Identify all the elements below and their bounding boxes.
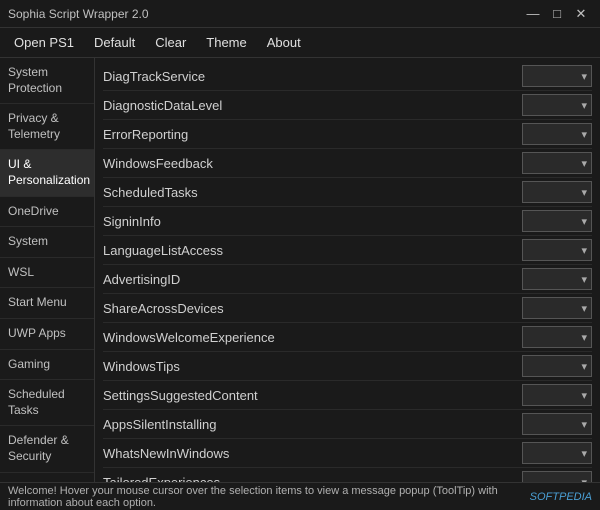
dropdown-wrapper-diagnostic-data-level <box>522 94 592 116</box>
option-row-signin-info: SigninInfo <box>103 207 592 236</box>
status-message: Welcome! Hover your mouse cursor over th… <box>8 485 530 509</box>
option-row-tailored-experiences: TailoredExperiences <box>103 468 592 482</box>
option-label-settings-suggested-content: SettingsSuggestedContent <box>103 388 522 403</box>
option-select-language-list-access[interactable] <box>522 239 592 261</box>
option-select-windows-tips[interactable] <box>522 355 592 377</box>
app-title: Sophia Script Wrapper 2.0 <box>8 7 149 21</box>
option-row-language-list-access: LanguageListAccess <box>103 236 592 265</box>
option-row-scheduled-tasks: ScheduledTasks <box>103 178 592 207</box>
option-select-diag-track-service[interactable] <box>522 65 592 87</box>
option-row-advertising-id: AdvertisingID <box>103 265 592 294</box>
menu-item-default[interactable]: Default <box>84 31 145 54</box>
dropdown-wrapper-windows-welcome-experience <box>522 326 592 348</box>
sidebar-item-uwp-apps[interactable]: UWP Apps <box>0 319 94 350</box>
option-row-windows-feedback: WindowsFeedback <box>103 149 592 178</box>
dropdown-wrapper-advertising-id <box>522 268 592 290</box>
sidebar-item-context-menu[interactable]: Context Menu <box>0 473 94 483</box>
option-label-apps-silent-installing: AppsSilentInstalling <box>103 417 522 432</box>
option-label-tailored-experiences: TailoredExperiences <box>103 475 522 483</box>
main-area: System ProtectionPrivacy & TelemetryUI &… <box>0 58 600 482</box>
option-select-windows-welcome-experience[interactable] <box>522 326 592 348</box>
close-button[interactable]: ✕ <box>570 5 592 23</box>
option-label-diag-track-service: DiagTrackService <box>103 69 522 84</box>
softpedia-badge: SOFTPEDIA <box>530 491 592 503</box>
status-bar: Welcome! Hover your mouse cursor over th… <box>0 482 600 510</box>
dropdown-wrapper-scheduled-tasks <box>522 181 592 203</box>
sidebar-item-onedrive[interactable]: OneDrive <box>0 197 94 228</box>
option-row-windows-welcome-experience: WindowsWelcomeExperience <box>103 323 592 352</box>
option-select-advertising-id[interactable] <box>522 268 592 290</box>
content-panel: DiagTrackService DiagnosticDataLevel Error… <box>95 58 600 482</box>
option-select-windows-feedback[interactable] <box>522 152 592 174</box>
menu-item-clear[interactable]: Clear <box>145 31 196 54</box>
option-select-whats-new-in-windows[interactable] <box>522 442 592 464</box>
option-select-settings-suggested-content[interactable] <box>522 384 592 406</box>
option-label-advertising-id: AdvertisingID <box>103 272 522 287</box>
window-controls: — □ ✕ <box>522 5 592 23</box>
dropdown-wrapper-apps-silent-installing <box>522 413 592 435</box>
dropdown-wrapper-share-across-devices <box>522 297 592 319</box>
option-label-whats-new-in-windows: WhatsNewInWindows <box>103 446 522 461</box>
option-label-error-reporting: ErrorReporting <box>103 127 522 142</box>
maximize-button[interactable]: □ <box>546 5 568 23</box>
sidebar-item-start-menu[interactable]: Start Menu <box>0 288 94 319</box>
option-row-whats-new-in-windows: WhatsNewInWindows <box>103 439 592 468</box>
option-label-windows-welcome-experience: WindowsWelcomeExperience <box>103 330 522 345</box>
menu-item-open-ps1[interactable]: Open PS1 <box>4 31 84 54</box>
sidebar-item-privacy-telemetry[interactable]: Privacy & Telemetry <box>0 104 94 150</box>
option-label-share-across-devices: ShareAcrossDevices <box>103 301 522 316</box>
sidebar-item-gaming[interactable]: Gaming <box>0 350 94 381</box>
option-select-diagnostic-data-level[interactable] <box>522 94 592 116</box>
option-select-signin-info[interactable] <box>522 210 592 232</box>
option-select-apps-silent-installing[interactable] <box>522 413 592 435</box>
option-label-windows-feedback: WindowsFeedback <box>103 156 522 171</box>
option-select-share-across-devices[interactable] <box>522 297 592 319</box>
minimize-button[interactable]: — <box>522 5 544 23</box>
option-label-windows-tips: WindowsTips <box>103 359 522 374</box>
option-select-error-reporting[interactable] <box>522 123 592 145</box>
option-label-language-list-access: LanguageListAccess <box>103 243 522 258</box>
option-select-tailored-experiences[interactable] <box>522 471 592 482</box>
dropdown-wrapper-signin-info <box>522 210 592 232</box>
sidebar-item-system[interactable]: System <box>0 227 94 258</box>
sidebar-item-wsl[interactable]: WSL <box>0 258 94 289</box>
dropdown-wrapper-error-reporting <box>522 123 592 145</box>
option-label-signin-info: SigninInfo <box>103 214 522 229</box>
option-label-scheduled-tasks: ScheduledTasks <box>103 185 522 200</box>
dropdown-wrapper-language-list-access <box>522 239 592 261</box>
sidebar-item-defender-security[interactable]: Defender & Security <box>0 426 94 472</box>
option-label-diagnostic-data-level: DiagnosticDataLevel <box>103 98 522 113</box>
menu-item-theme[interactable]: Theme <box>196 31 256 54</box>
option-row-apps-silent-installing: AppsSilentInstalling <box>103 410 592 439</box>
dropdown-wrapper-windows-feedback <box>522 152 592 174</box>
option-row-error-reporting: ErrorReporting <box>103 120 592 149</box>
dropdown-wrapper-diag-track-service <box>522 65 592 87</box>
sidebar-item-ui-personalization[interactable]: UI & Personalization <box>0 150 94 196</box>
dropdown-wrapper-settings-suggested-content <box>522 384 592 406</box>
dropdown-wrapper-windows-tips <box>522 355 592 377</box>
menu-item-about[interactable]: About <box>257 31 311 54</box>
sidebar-item-scheduled-tasks[interactable]: Scheduled Tasks <box>0 380 94 426</box>
option-row-windows-tips: WindowsTips <box>103 352 592 381</box>
option-row-diagnostic-data-level: DiagnosticDataLevel <box>103 91 592 120</box>
sidebar-item-system-protection[interactable]: System Protection <box>0 58 94 104</box>
dropdown-wrapper-tailored-experiences <box>522 471 592 482</box>
option-row-share-across-devices: ShareAcrossDevices <box>103 294 592 323</box>
sidebar: System ProtectionPrivacy & TelemetryUI &… <box>0 58 95 482</box>
option-select-scheduled-tasks[interactable] <box>522 181 592 203</box>
option-row-settings-suggested-content: SettingsSuggestedContent <box>103 381 592 410</box>
dropdown-wrapper-whats-new-in-windows <box>522 442 592 464</box>
menu-bar: Open PS1DefaultClearThemeAbout <box>0 28 600 58</box>
title-bar: Sophia Script Wrapper 2.0 — □ ✕ <box>0 0 600 28</box>
option-row-diag-track-service: DiagTrackService <box>103 62 592 91</box>
